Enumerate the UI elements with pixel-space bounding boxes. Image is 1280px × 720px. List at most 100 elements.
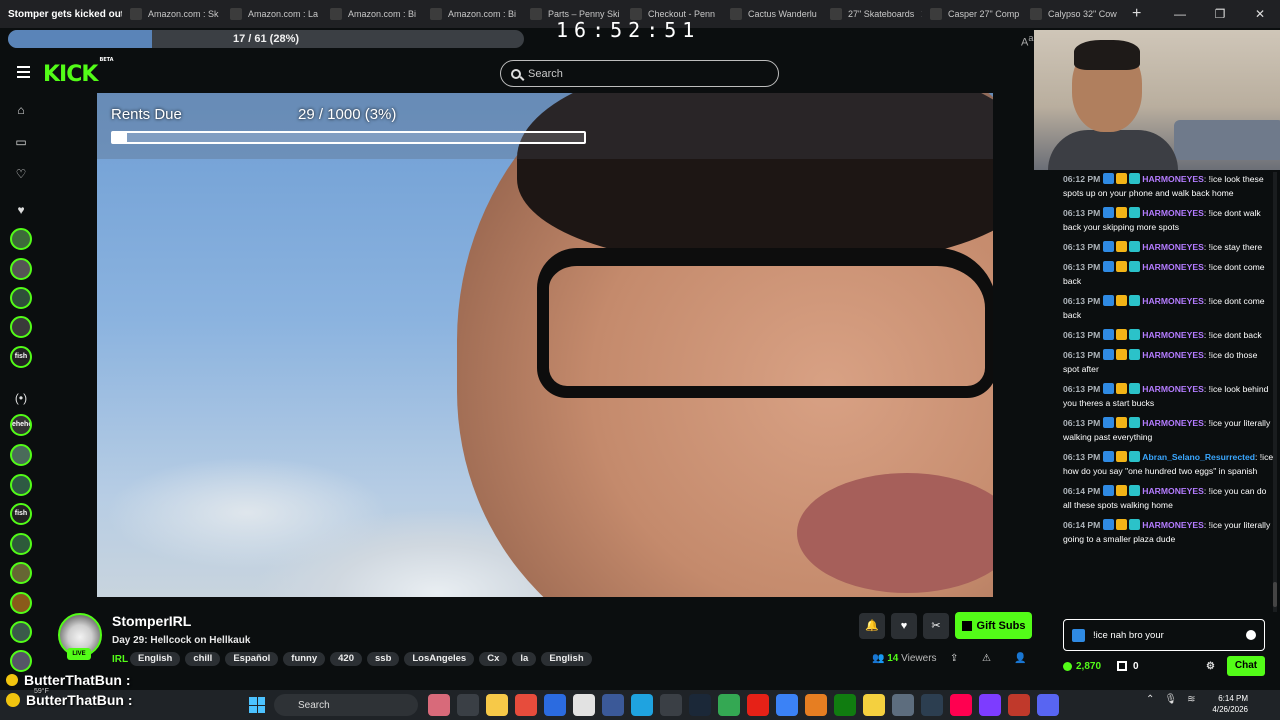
stream-tag[interactable]: English bbox=[130, 652, 181, 666]
chat-username[interactable]: HARMONEYES bbox=[1142, 520, 1204, 530]
maximize-button[interactable]: ❐ bbox=[1200, 0, 1240, 28]
gift-subs-button[interactable]: Gift Subs bbox=[955, 612, 1032, 639]
browser-tab[interactable]: Stomper gets kicked out bbox=[0, 0, 122, 28]
discord-icon[interactable] bbox=[1037, 694, 1059, 716]
followed-channel-avatar[interactable] bbox=[10, 444, 32, 466]
emoji-icon[interactable] bbox=[1246, 630, 1256, 640]
browser-tab[interactable]: Amazon.com : Sk✕ bbox=[122, 0, 222, 28]
reader-mode-icon[interactable]: Aa bbox=[1021, 33, 1033, 49]
windows-start-icon[interactable] bbox=[249, 697, 265, 713]
streamer-name[interactable]: StomperIRL bbox=[112, 613, 191, 629]
menu-icon[interactable] bbox=[17, 66, 30, 78]
followed-channel-avatar[interactable] bbox=[10, 228, 32, 250]
followed-channel-avatar[interactable] bbox=[10, 650, 32, 672]
stream-tag[interactable]: Español bbox=[225, 652, 279, 666]
chat-username[interactable]: HARMONEYES bbox=[1142, 208, 1204, 218]
report-icon[interactable]: ⚠ bbox=[982, 653, 991, 664]
youtube-icon[interactable] bbox=[747, 694, 769, 716]
store-icon[interactable] bbox=[544, 694, 566, 716]
wifi-icon[interactable]: ≋ bbox=[1187, 694, 1195, 705]
chat-username[interactable]: HARMONEYES bbox=[1142, 384, 1204, 394]
taskbar-search[interactable]: Search bbox=[274, 694, 418, 716]
chevron-up-icon[interactable]: ⌃ bbox=[1146, 694, 1154, 705]
app-icon[interactable] bbox=[776, 694, 798, 716]
tiktok-icon[interactable] bbox=[950, 694, 972, 716]
stream-tag[interactable]: la bbox=[512, 652, 537, 666]
gift-count[interactable]: 0 bbox=[1117, 661, 1139, 672]
stream-tag[interactable]: Cx bbox=[479, 652, 508, 666]
xbox-icon[interactable] bbox=[834, 694, 856, 716]
browser-tab[interactable]: Calypso 32" Cow✕ bbox=[1022, 0, 1122, 28]
browser-tab[interactable]: Cactus Wanderlu✕ bbox=[722, 0, 822, 28]
weather-widget[interactable]: 59°F ButterThatBun : bbox=[6, 688, 133, 708]
following-icon[interactable]: ♡ bbox=[13, 166, 29, 182]
chat-input[interactable]: !ice nah bro your bbox=[1063, 619, 1265, 651]
minimize-button[interactable]: — bbox=[1160, 0, 1200, 28]
close-tab-icon[interactable]: ✕ bbox=[914, 8, 922, 21]
chat-username[interactable]: HARMONEYES bbox=[1142, 262, 1204, 272]
app-icon[interactable] bbox=[805, 694, 827, 716]
new-tab-button[interactable]: + bbox=[1122, 5, 1151, 23]
close-tab-icon[interactable]: ✕ bbox=[715, 8, 722, 21]
close-window-button[interactable]: ✕ bbox=[1240, 0, 1280, 28]
followed-channel-avatar[interactable] bbox=[10, 592, 32, 614]
home-icon[interactable]: ⌂ bbox=[13, 102, 29, 118]
browser-tab[interactable]: Amazon.com : Bi✕ bbox=[422, 0, 522, 28]
clip-button[interactable]: ✂ bbox=[923, 613, 949, 639]
chat-username[interactable]: HARMONEYES bbox=[1142, 350, 1204, 360]
browser-tab[interactable]: 27" Skateboards✕ bbox=[822, 0, 922, 28]
search-input[interactable]: Search bbox=[500, 60, 779, 87]
calculator-icon[interactable] bbox=[660, 694, 682, 716]
chat-settings-icon[interactable]: ⚙ bbox=[1206, 661, 1215, 672]
obs-icon[interactable] bbox=[921, 694, 943, 716]
followed-channel-avatar[interactable] bbox=[10, 474, 32, 496]
office-icon[interactable] bbox=[515, 694, 537, 716]
followed-channel-avatar[interactable] bbox=[10, 533, 32, 555]
task-view-icon[interactable] bbox=[457, 694, 479, 716]
app-icon[interactable] bbox=[428, 694, 450, 716]
chrome-icon[interactable] bbox=[718, 694, 740, 716]
browse-icon[interactable]: ▭ bbox=[13, 134, 29, 150]
stream-tag[interactable]: ssb bbox=[367, 652, 400, 666]
chat-scrollbar[interactable] bbox=[1273, 172, 1277, 612]
followed-channel-avatar[interactable] bbox=[10, 621, 32, 643]
followed-channel-avatar[interactable] bbox=[10, 287, 32, 309]
share-icon[interactable]: ⇪ bbox=[950, 653, 958, 664]
taskbar-clock[interactable]: 6:14 PM 4/26/2026 bbox=[1200, 693, 1248, 715]
app-icon[interactable] bbox=[979, 694, 1001, 716]
stream-video[interactable] bbox=[97, 93, 993, 597]
chat-username[interactable]: HARMONEYES bbox=[1142, 174, 1204, 184]
stream-tag[interactable]: LosAngeles bbox=[404, 652, 475, 666]
edge-icon[interactable] bbox=[631, 694, 653, 716]
moderation-icon[interactable]: 👤 bbox=[1014, 653, 1026, 664]
sticky-notes-icon[interactable] bbox=[863, 694, 885, 716]
facebook-icon[interactable] bbox=[602, 694, 624, 716]
stream-tag[interactable]: chill bbox=[185, 652, 221, 666]
file-explorer-icon[interactable] bbox=[486, 694, 508, 716]
chat-username[interactable]: HARMONEYES bbox=[1142, 242, 1204, 252]
followed-channel-avatar[interactable]: fish bbox=[10, 346, 32, 368]
amazon-icon[interactable] bbox=[573, 694, 595, 716]
followed-channel-avatar[interactable]: fish bbox=[10, 503, 32, 525]
stream-tag[interactable]: funny bbox=[283, 652, 326, 666]
browser-tab[interactable]: Amazon.com : La✕ bbox=[222, 0, 322, 28]
app-icon[interactable] bbox=[892, 694, 914, 716]
mic-icon[interactable]: 🎙 bbox=[1164, 694, 1177, 705]
notify-bell-button[interactable]: 🔔 bbox=[859, 613, 885, 639]
stream-tag[interactable]: English bbox=[541, 652, 592, 666]
browser-tab[interactable]: Casper 27" Comp✕ bbox=[922, 0, 1022, 28]
chat-username[interactable]: HARMONEYES bbox=[1142, 330, 1204, 340]
steam-icon[interactable] bbox=[689, 694, 711, 716]
followed-channel-avatar[interactable] bbox=[10, 258, 32, 280]
follow-heart-button[interactable]: ♥ bbox=[891, 613, 917, 639]
channel-points[interactable]: 2,870 bbox=[1063, 661, 1101, 672]
chat-username[interactable]: HARMONEYES bbox=[1142, 418, 1204, 428]
close-tab-icon[interactable]: ✕ bbox=[1117, 8, 1122, 21]
app-icon[interactable] bbox=[1008, 694, 1030, 716]
stream-tag[interactable]: 420 bbox=[330, 652, 362, 666]
stream-category[interactable]: IRL bbox=[112, 654, 128, 665]
followed-channel-avatar[interactable]: ehehee bbox=[10, 414, 32, 436]
kick-logo[interactable]: KICKBETA bbox=[43, 57, 114, 87]
browser-tab[interactable]: Amazon.com : Bi✕ bbox=[322, 0, 422, 28]
chat-username[interactable]: HARMONEYES bbox=[1142, 486, 1204, 496]
